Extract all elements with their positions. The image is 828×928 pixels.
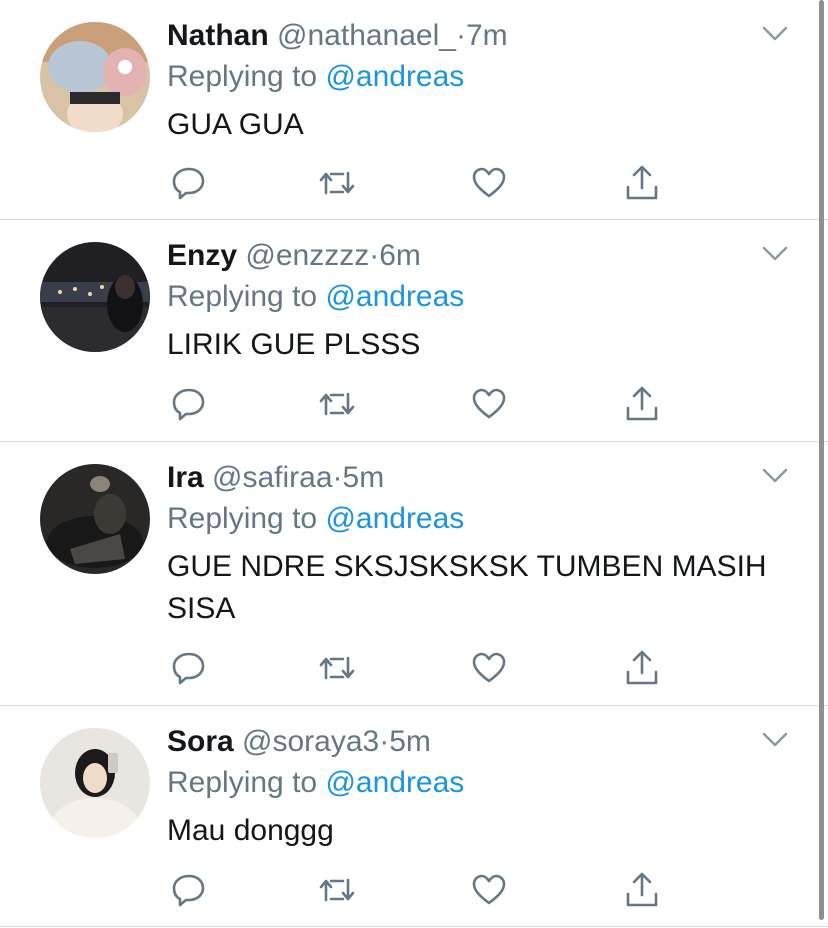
replying-to-label: Replying to (167, 766, 318, 799)
tweet-text: LIRIK GUE PLSSS (167, 328, 421, 361)
reply-tweet[interactable]: Ira @safiraa·5m Replying to @andreas GUE… (0, 442, 828, 706)
replying-to-label: Replying to (167, 60, 318, 93)
separator-dot: · (332, 461, 343, 494)
timestamp[interactable]: 6m (379, 239, 421, 272)
share-icon[interactable] (622, 163, 662, 203)
reply-tweet[interactable]: Enzy @enzzzz·6m Replying to @andreas LIR… (0, 220, 828, 442)
retweet-icon[interactable] (317, 648, 357, 688)
replying-to-label: Replying to (167, 280, 318, 313)
like-icon[interactable] (469, 648, 509, 688)
display-name[interactable]: Sora (167, 725, 234, 758)
retweet-icon[interactable] (317, 163, 357, 203)
share-icon[interactable] (622, 870, 662, 910)
user-handle[interactable]: @soraya3 (242, 725, 379, 758)
display-name[interactable]: Ira (167, 461, 204, 494)
share-icon[interactable] (622, 384, 662, 424)
avatar[interactable] (40, 22, 150, 132)
mention-link[interactable]: @andreas (325, 280, 464, 313)
tweet-actions (167, 870, 667, 910)
replying-to-line: Replying to @andreas (167, 498, 788, 540)
user-handle[interactable]: @safiraa (212, 461, 333, 494)
tweet-text: GUA GUA (167, 108, 304, 141)
like-icon[interactable] (469, 163, 509, 203)
replying-to-line: Replying to @andreas (167, 56, 788, 98)
tweet-text: GUE NDRE SKSJSKSKSK TUMBEN MASIH SISA (167, 550, 767, 625)
reply-icon[interactable] (169, 648, 209, 688)
tweet-actions (167, 384, 667, 424)
timestamp[interactable]: 5m (389, 725, 431, 758)
reply-icon[interactable] (169, 163, 209, 203)
tweet-actions (167, 648, 667, 688)
separator-dot: · (369, 239, 380, 272)
share-icon[interactable] (622, 648, 662, 688)
chevron-down-icon[interactable] (762, 246, 788, 262)
mention-link[interactable]: @andreas (325, 766, 464, 799)
like-icon[interactable] (469, 384, 509, 424)
mention-link[interactable]: @andreas (325, 60, 464, 93)
display-name[interactable]: Enzy (167, 239, 237, 272)
like-icon[interactable] (469, 870, 509, 910)
separator-dot: · (455, 19, 466, 52)
reply-icon[interactable] (169, 870, 209, 910)
reply-tweet[interactable]: Sora @soraya3·5m Replying to @andreas Ma… (0, 706, 828, 927)
tweet-text: Mau donggg (167, 814, 334, 847)
mention-link[interactable]: @andreas (325, 502, 464, 535)
timestamp[interactable]: 7m (466, 19, 508, 52)
tweet-actions (167, 163, 667, 203)
chevron-down-icon[interactable] (762, 468, 788, 484)
replying-to-line: Replying to @andreas (167, 762, 788, 804)
scrollbar[interactable] (819, 0, 824, 920)
retweet-icon[interactable] (317, 384, 357, 424)
avatar[interactable] (40, 464, 150, 574)
display-name[interactable]: Nathan (167, 19, 269, 52)
replying-to-line: Replying to @andreas (167, 276, 788, 318)
separator-dot: · (379, 725, 390, 758)
reply-icon[interactable] (169, 384, 209, 424)
user-handle[interactable]: @enzzzz (245, 239, 369, 272)
chevron-down-icon[interactable] (762, 732, 788, 748)
avatar[interactable] (40, 728, 150, 838)
retweet-icon[interactable] (317, 870, 357, 910)
reply-tweet[interactable]: Nathan @nathanael_·7m Replying to @andre… (0, 0, 828, 220)
user-handle[interactable]: @nathanael_ (277, 19, 456, 52)
chevron-down-icon[interactable] (762, 26, 788, 42)
avatar[interactable] (40, 242, 150, 352)
replying-to-label: Replying to (167, 502, 318, 535)
timestamp[interactable]: 5m (343, 461, 385, 494)
